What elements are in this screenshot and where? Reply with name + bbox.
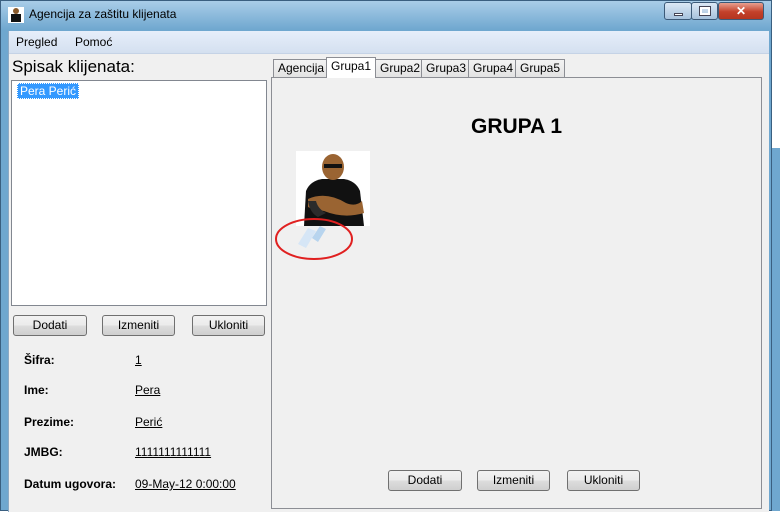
id-label: Šifra: bbox=[24, 353, 55, 367]
group-tab-panel: GRUPA 1 Dodati Izmeniti Ukloniti bbox=[271, 77, 762, 509]
tab-grupa1[interactable]: Grupa1 bbox=[326, 57, 377, 78]
remove-member-button[interactable]: Ukloniti bbox=[567, 470, 640, 491]
client-area: Pregled Pomoć Spisak klijenata: Pera Per… bbox=[8, 31, 769, 512]
last-name-value: Perić bbox=[135, 415, 163, 429]
last-name-label: Prezime: bbox=[24, 415, 75, 429]
edit-member-button[interactable]: Izmeniti bbox=[477, 470, 550, 491]
add-client-button[interactable]: Dodati bbox=[13, 315, 87, 336]
id-value: 1 bbox=[135, 353, 142, 367]
tab-grupa5[interactable]: Grupa5 bbox=[515, 59, 566, 77]
tab-agencija[interactable]: Agencija bbox=[273, 59, 330, 77]
minimize-button[interactable] bbox=[664, 2, 692, 20]
group-heading: GRUPA 1 bbox=[470, 115, 562, 138]
title-bar[interactable]: Agencija za zaštitu klijenata ✕ bbox=[1, 1, 771, 30]
minimize-icon bbox=[674, 13, 683, 16]
jmbg-value: 1111111111111 bbox=[135, 445, 212, 459]
close-icon: ✕ bbox=[735, 4, 747, 18]
remove-client-button[interactable]: Ukloniti bbox=[192, 315, 265, 336]
menu-pregled[interactable]: Pregled bbox=[16, 35, 57, 49]
window-edge bbox=[772, 148, 780, 511]
list-item[interactable]: Pera Perić bbox=[17, 83, 80, 99]
maximize-icon bbox=[699, 6, 711, 16]
contract-date-value: 09-May-12 0:00:00 bbox=[135, 477, 236, 491]
annotation-circle bbox=[275, 218, 353, 260]
close-button[interactable]: ✕ bbox=[718, 2, 764, 20]
tab-grupa4[interactable]: Grupa4 bbox=[468, 59, 519, 77]
contract-date-label: Datum ugovora: bbox=[24, 477, 117, 491]
client-list-title: Spisak klijenata: bbox=[12, 57, 135, 76]
first-name-label: Ime: bbox=[24, 383, 49, 397]
jmbg-label: JMBG: bbox=[24, 445, 63, 459]
edit-client-button[interactable]: Izmeniti bbox=[102, 315, 175, 336]
client-listbox[interactable]: Pera Perić bbox=[11, 80, 267, 306]
menu-pomoc[interactable]: Pomoć bbox=[75, 35, 112, 49]
tab-grupa2[interactable]: Grupa2 bbox=[375, 59, 426, 77]
add-member-button[interactable]: Dodati bbox=[388, 470, 462, 491]
tab-grupa3[interactable]: Grupa3 bbox=[421, 59, 472, 77]
bodyguard-app-icon bbox=[8, 7, 24, 23]
app-window: Agencija za zaštitu klijenata ✕ Pregled … bbox=[0, 0, 772, 512]
first-name-value: Pera bbox=[135, 383, 161, 397]
maximize-button[interactable] bbox=[691, 2, 718, 20]
window-title: Agencija za zaštitu klijenata bbox=[29, 7, 177, 21]
menu-bar: Pregled Pomoć bbox=[9, 31, 769, 54]
